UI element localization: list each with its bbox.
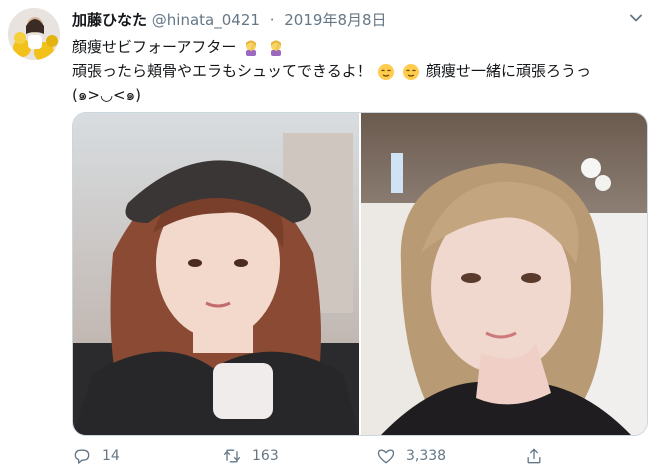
tweet-header: 加藤ひなた @hinata_0421 · 2019年8月8日 xyxy=(72,9,626,31)
header-separator: · xyxy=(269,11,275,29)
woman-facepalming-emoji-icon xyxy=(270,40,281,56)
photo-before[interactable] xyxy=(73,113,359,435)
media-grid xyxy=(72,112,648,436)
display-name[interactable]: 加藤ひなた xyxy=(72,11,147,29)
chevron-down-icon xyxy=(630,14,642,22)
tweet-text-line-3: (๑>◡<๑) xyxy=(72,86,141,104)
tweet-menu-button[interactable] xyxy=(628,10,644,26)
like-button[interactable]: 3,338 xyxy=(376,443,446,469)
relieved-face-emoji-icon xyxy=(403,63,420,80)
avatar-image xyxy=(8,8,60,60)
reply-button[interactable]: 14 xyxy=(72,443,120,469)
like-count: 3,338 xyxy=(406,448,447,464)
reply-icon xyxy=(74,449,90,464)
tweet-text-line-1: 顔痩せビフォーアフター xyxy=(72,35,642,59)
tweet-text-body-a: 頑張ったら頬骨やエラもシュッてできるよ！ xyxy=(72,62,372,80)
tweet-text-body-b: 顔痩せ一緒に頑張ろうっ xyxy=(426,62,592,80)
tweet-date[interactable]: 2019年8月8日 xyxy=(284,11,386,29)
before-photo-image xyxy=(73,113,359,435)
heart-icon xyxy=(377,449,395,464)
retweet-button[interactable]: 163 xyxy=(222,443,279,469)
user-handle[interactable]: @hinata_0421 xyxy=(152,11,260,29)
retweet-icon xyxy=(223,449,241,463)
reply-count: 14 xyxy=(102,448,120,464)
photo-after[interactable] xyxy=(361,113,647,435)
tweet-actions: 14 163 3,338 xyxy=(72,443,646,469)
retweet-count: 163 xyxy=(252,448,279,464)
share-icon xyxy=(527,448,541,464)
avatar[interactable] xyxy=(8,8,60,60)
tweet-text-line-2: 頑張ったら頬骨やエラもシュッてできるよ！ 顔痩せ一緒に頑張ろうっ xyxy=(72,59,642,83)
share-button[interactable] xyxy=(524,443,544,469)
tweet-text: 顔痩せビフォーアフター 頑張ったら頬骨やエラもシュッてできるよ！ 顔痩せ一緒に頑… xyxy=(72,35,642,107)
tweet-text-title: 顔痩せビフォーアフター xyxy=(72,38,237,56)
after-photo-image xyxy=(361,113,647,435)
woman-facepalming-emoji-icon xyxy=(246,40,257,56)
relieved-face-emoji-icon xyxy=(378,63,395,80)
